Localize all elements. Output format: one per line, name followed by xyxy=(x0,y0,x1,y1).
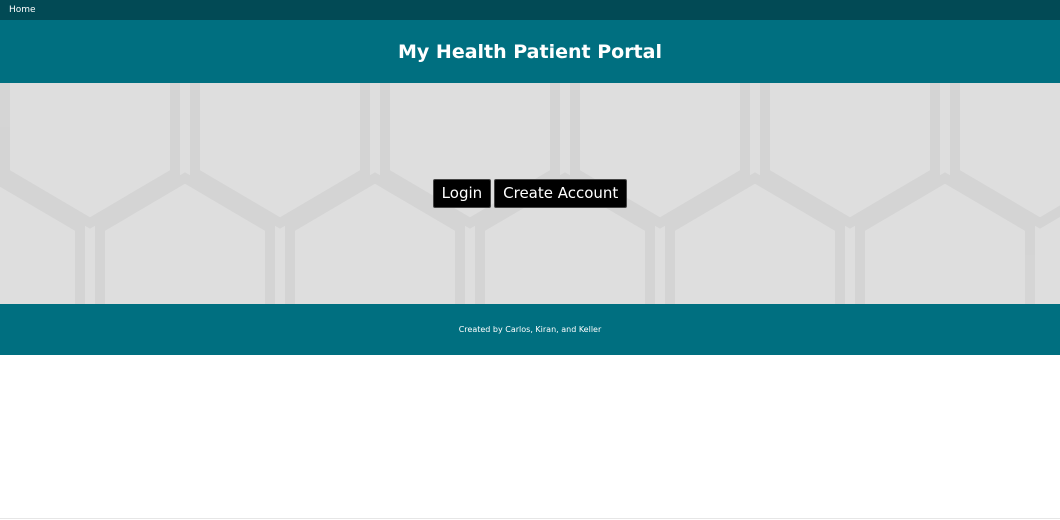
page-header: My Health Patient Portal xyxy=(0,20,1060,83)
nav-home-link[interactable]: Home xyxy=(9,0,36,20)
top-nav-bar: Home xyxy=(0,0,1060,20)
divider xyxy=(0,518,1060,519)
page-title: My Health Patient Portal xyxy=(398,40,662,63)
auth-actions: Login Create Account xyxy=(0,179,1060,208)
create-account-button[interactable]: Create Account xyxy=(494,179,628,208)
footer-credits: Created by Carlos, Kiran, and Keller xyxy=(458,325,602,334)
login-button[interactable]: Login xyxy=(432,179,492,208)
page-footer: Created by Carlos, Kiran, and Keller xyxy=(0,304,1060,355)
hero-section: Login Create Account xyxy=(0,83,1060,304)
